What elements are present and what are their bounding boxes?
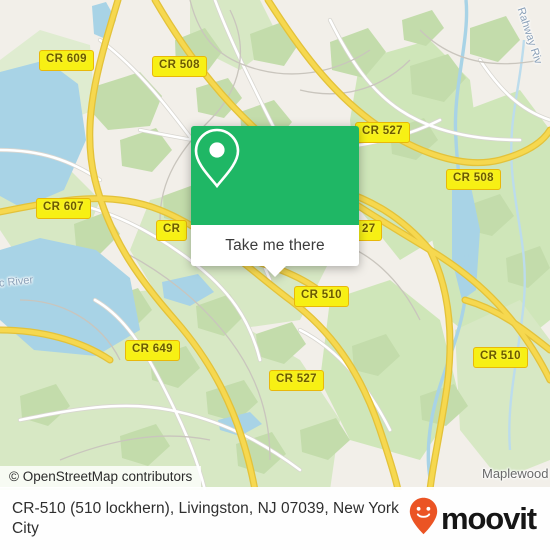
location-popup-card[interactable]: Take me there bbox=[191, 126, 359, 277]
moovit-smiley-pin-icon bbox=[409, 497, 438, 540]
osm-attribution[interactable]: © OpenStreetMap contributors bbox=[0, 466, 202, 488]
road-shield: CR 607 bbox=[36, 198, 91, 219]
popup-pointer-tail bbox=[264, 266, 286, 277]
moovit-wordmark: moovit bbox=[440, 501, 537, 536]
road-shield: CR 510 bbox=[294, 286, 349, 307]
road-shield: CR 649 bbox=[125, 340, 180, 361]
address-text: CR-510 (510 lockhern), Livingston, NJ 07… bbox=[12, 499, 399, 537]
road-shield: CR 508 bbox=[152, 56, 207, 77]
place-label-maplewood: Maplewood bbox=[482, 466, 549, 481]
popup-image bbox=[191, 126, 359, 225]
road-shield: CR 527 bbox=[269, 370, 324, 391]
take-me-there-label: Take me there bbox=[225, 236, 325, 254]
take-me-there-button[interactable]: Take me there bbox=[191, 225, 359, 266]
road-shield: 27 bbox=[355, 220, 383, 241]
bottom-info-bar: CR-510 (510 lockhern), Livingston, NJ 07… bbox=[0, 487, 550, 550]
map-screen: CR 609 CR 508 CR 527 CR 508 CR 607 CR 27… bbox=[0, 0, 550, 550]
map-canvas[interactable]: CR 609 CR 508 CR 527 CR 508 CR 607 CR 27… bbox=[0, 0, 550, 490]
road-shield: CR 508 bbox=[446, 169, 501, 190]
moovit-brand[interactable]: moovit bbox=[409, 497, 550, 540]
road-shield: CR 510 bbox=[473, 347, 528, 368]
road-shield: CR bbox=[156, 220, 188, 241]
road-shield: CR 609 bbox=[39, 50, 94, 71]
road-shield: CR 527 bbox=[355, 122, 410, 143]
